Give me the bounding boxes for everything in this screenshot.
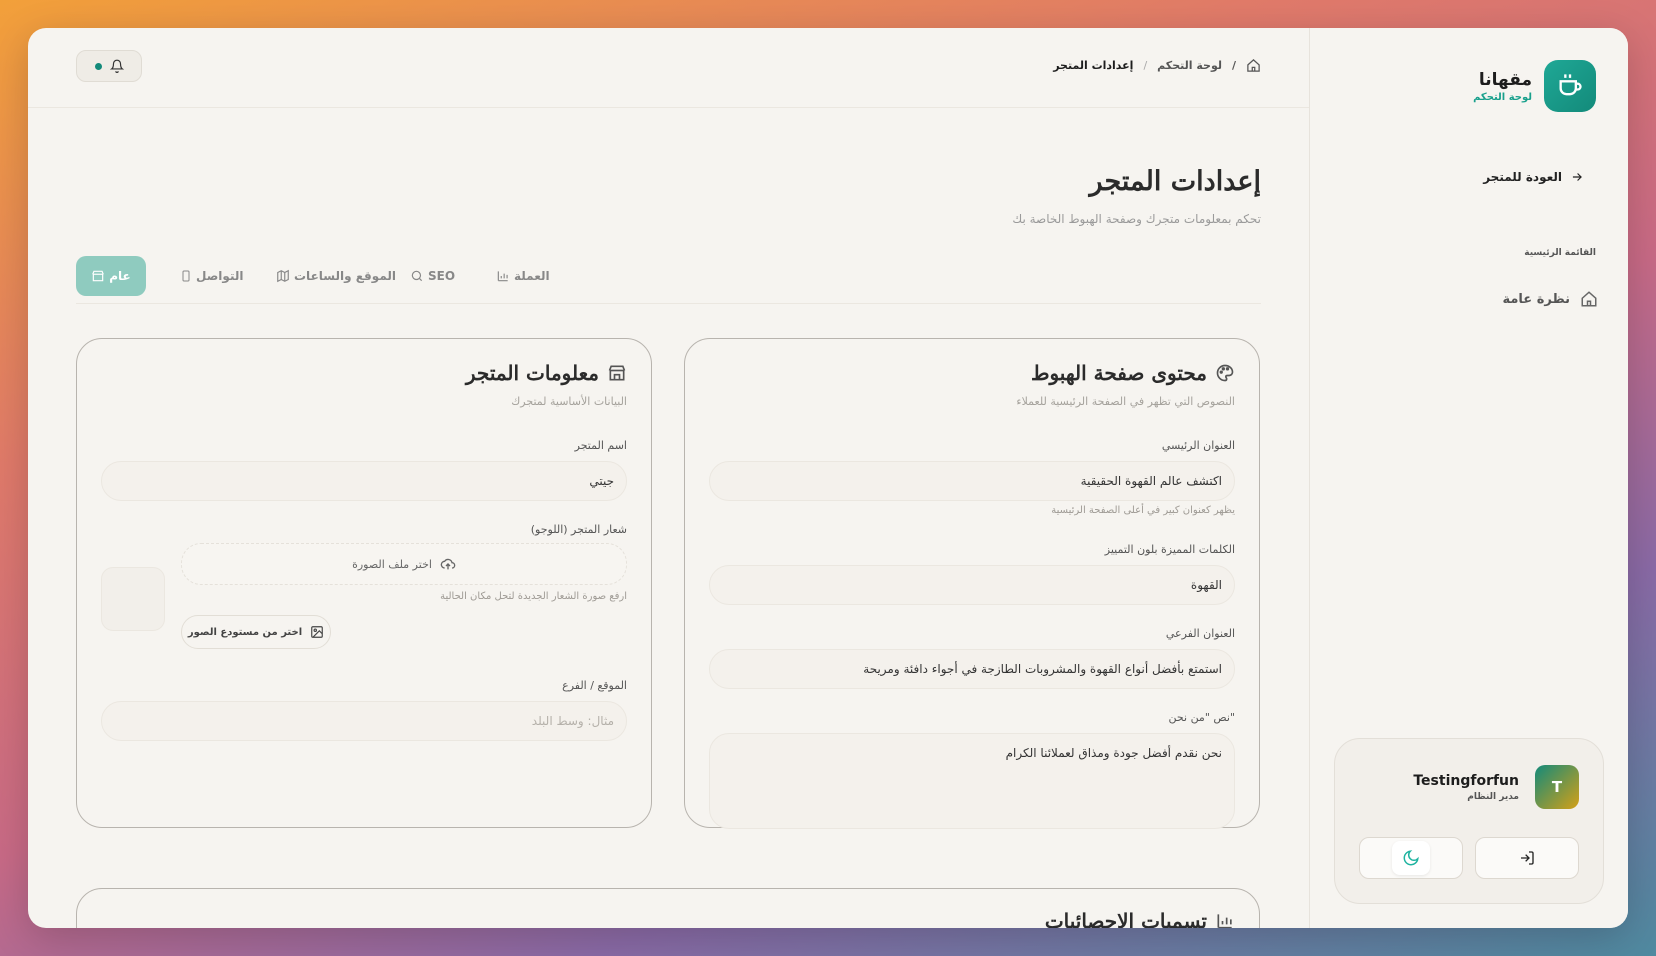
app-window: / لوحة التحكم / إعدادات المتجر إعدادات ا…	[28, 28, 1628, 928]
location-input[interactable]: مثال: وسط البلد	[101, 701, 627, 741]
tab-currency-label: العملة	[514, 269, 550, 283]
logout-button[interactable]	[1475, 837, 1579, 879]
breadcrumb-separator-1: /	[1231, 59, 1236, 72]
main-content: / لوحة التحكم / إعدادات المتجر إعدادات ا…	[28, 28, 1309, 928]
phone-icon	[180, 269, 192, 283]
chart-icon	[496, 269, 510, 283]
topbar: / لوحة التحكم / إعدادات المتجر	[28, 28, 1309, 108]
tab-general-label: عام	[109, 269, 131, 283]
back-to-store-label: العودة للمتجر	[1483, 170, 1562, 184]
avatar: T	[1535, 765, 1579, 809]
theme-toggle-button[interactable]	[1359, 837, 1463, 879]
home-icon	[1580, 290, 1598, 308]
logout-icon	[1519, 850, 1535, 866]
brand: مقهانا لوحة التحكم	[1473, 60, 1596, 112]
landing-content-card: محتوى صفحة الهبوط النصوص التي تظهر في ال…	[684, 338, 1260, 829]
brand-subtitle: لوحة التحكم	[1473, 91, 1532, 103]
tab-contact-label: التواصل	[196, 269, 244, 283]
highlight-words-label: الكلمات المميزة بلون التمييز	[1104, 543, 1235, 556]
sidebar-item-overview-label: نظرة عامة	[1502, 291, 1570, 307]
search-icon	[410, 269, 424, 283]
settings-tabs: عام التواصل الموقع والساعات SEO العملة	[76, 256, 1261, 304]
tab-currency[interactable]: العملة	[486, 256, 560, 296]
user-name: Testingforfun	[1413, 772, 1519, 789]
stats-labels-card: تسميات الإحصائيات	[76, 888, 1260, 928]
store-icon	[607, 363, 627, 383]
stats-labels-title-text: تسميات الإحصائيات	[1044, 909, 1207, 928]
arrow-right-icon	[1570, 170, 1584, 184]
map-icon	[276, 269, 290, 283]
store-icon	[91, 269, 105, 283]
stats-labels-title: تسميات الإحصائيات	[1045, 909, 1235, 928]
upload-label: اختر ملف الصورة	[352, 557, 432, 571]
chart-icon	[1215, 911, 1235, 928]
store-info-title-text: معلومات المتجر	[465, 361, 599, 385]
breadcrumb-separator-2: /	[1143, 59, 1148, 72]
coffee-cup-icon	[1544, 60, 1596, 112]
store-name-input[interactable]: جيتي	[101, 461, 627, 501]
cloud-upload-icon	[440, 556, 456, 572]
status-dot	[94, 62, 102, 70]
tab-general[interactable]: عام	[76, 256, 146, 296]
upload-logo-button[interactable]: اختر ملف الصورة	[181, 543, 627, 585]
main-menu-label: القائمة الرئيسية	[1524, 248, 1596, 258]
store-logo-label: شعار المتجر (اللوجو)	[530, 523, 627, 536]
tab-location-hours[interactable]: الموقع والساعات	[266, 256, 406, 296]
store-info-card: معلومات المتجر البيانات الأساسية لمتجرك …	[76, 338, 652, 828]
sidebar: مقهانا لوحة التحكم العودة للمتجر القائمة…	[1309, 28, 1628, 928]
tab-location-hours-label: الموقع والساعات	[294, 269, 396, 283]
sidebar-item-overview[interactable]: نظرة عامة	[1502, 290, 1598, 308]
headline-hint: يظهر كعنوان كبير في أعلى الصفحة الرئيسية	[1051, 505, 1235, 516]
logo-preview	[101, 567, 165, 631]
bell-icon	[109, 59, 124, 73]
tab-seo[interactable]: SEO	[400, 256, 465, 296]
user-role: مدير النظام	[1467, 791, 1519, 802]
subheadline-input[interactable]: استمتع بأفضل أنواع القهوة والمشروبات الط…	[709, 649, 1235, 689]
location-label: الموقع / الفرع	[562, 679, 627, 692]
landing-title: محتوى صفحة الهبوط	[1031, 361, 1235, 385]
breadcrumb: / لوحة التحكم / إعدادات المتجر	[1053, 58, 1261, 73]
store-info-subtitle: البيانات الأساسية لمتجرك	[511, 395, 627, 408]
user-card: T Testingforfun مدير النظام	[1334, 738, 1604, 904]
landing-subtitle: النصوص التي تظهر في الصفحة الرئيسية للعم…	[1016, 395, 1235, 408]
about-us-label: نص "من نحن"	[1168, 711, 1235, 724]
upload-hint: ارفع صورة الشعار الجديدة لتحل مكان الحال…	[440, 591, 627, 602]
tab-contact[interactable]: التواصل	[170, 256, 253, 296]
home-icon[interactable]	[1246, 58, 1261, 73]
landing-title-text: محتوى صفحة الهبوط	[1030, 361, 1207, 385]
brand-name: مقهانا	[1478, 69, 1532, 90]
store-name-label: اسم المتجر	[574, 439, 627, 452]
breadcrumb-dashboard-link[interactable]: لوحة التحكم	[1157, 59, 1222, 72]
choose-from-gallery-button[interactable]: اختر من مستودع الصور	[181, 615, 331, 649]
back-to-store-link[interactable]: العودة للمتجر	[1483, 170, 1584, 184]
palette-icon	[1215, 363, 1235, 383]
store-info-title: معلومات المتجر	[466, 361, 627, 385]
highlight-words-input[interactable]: القهوة	[709, 565, 1235, 605]
notifications-button[interactable]	[76, 50, 142, 82]
breadcrumb-current: إعدادات المتجر	[1053, 59, 1134, 72]
image-icon	[310, 625, 324, 639]
gallery-label: اختر من مستودع الصور	[187, 626, 303, 638]
tab-seo-label: SEO	[428, 269, 456, 283]
subheadline-label: العنوان الفرعي	[1165, 627, 1235, 640]
page-title: إعدادات المتجر	[1089, 166, 1261, 197]
headline-label: العنوان الرئيسي	[1161, 439, 1235, 452]
moon-icon	[1402, 849, 1420, 867]
page-subtitle: تحكم بمعلومات متجرك وصفحة الهبوط الخاصة …	[1012, 212, 1261, 226]
about-us-textarea[interactable]: نحن نقدم أفضل جودة ومذاق لعملائنا الكرام	[709, 733, 1235, 829]
headline-input[interactable]: اكتشف عالم القهوة الحقيقية	[709, 461, 1235, 501]
